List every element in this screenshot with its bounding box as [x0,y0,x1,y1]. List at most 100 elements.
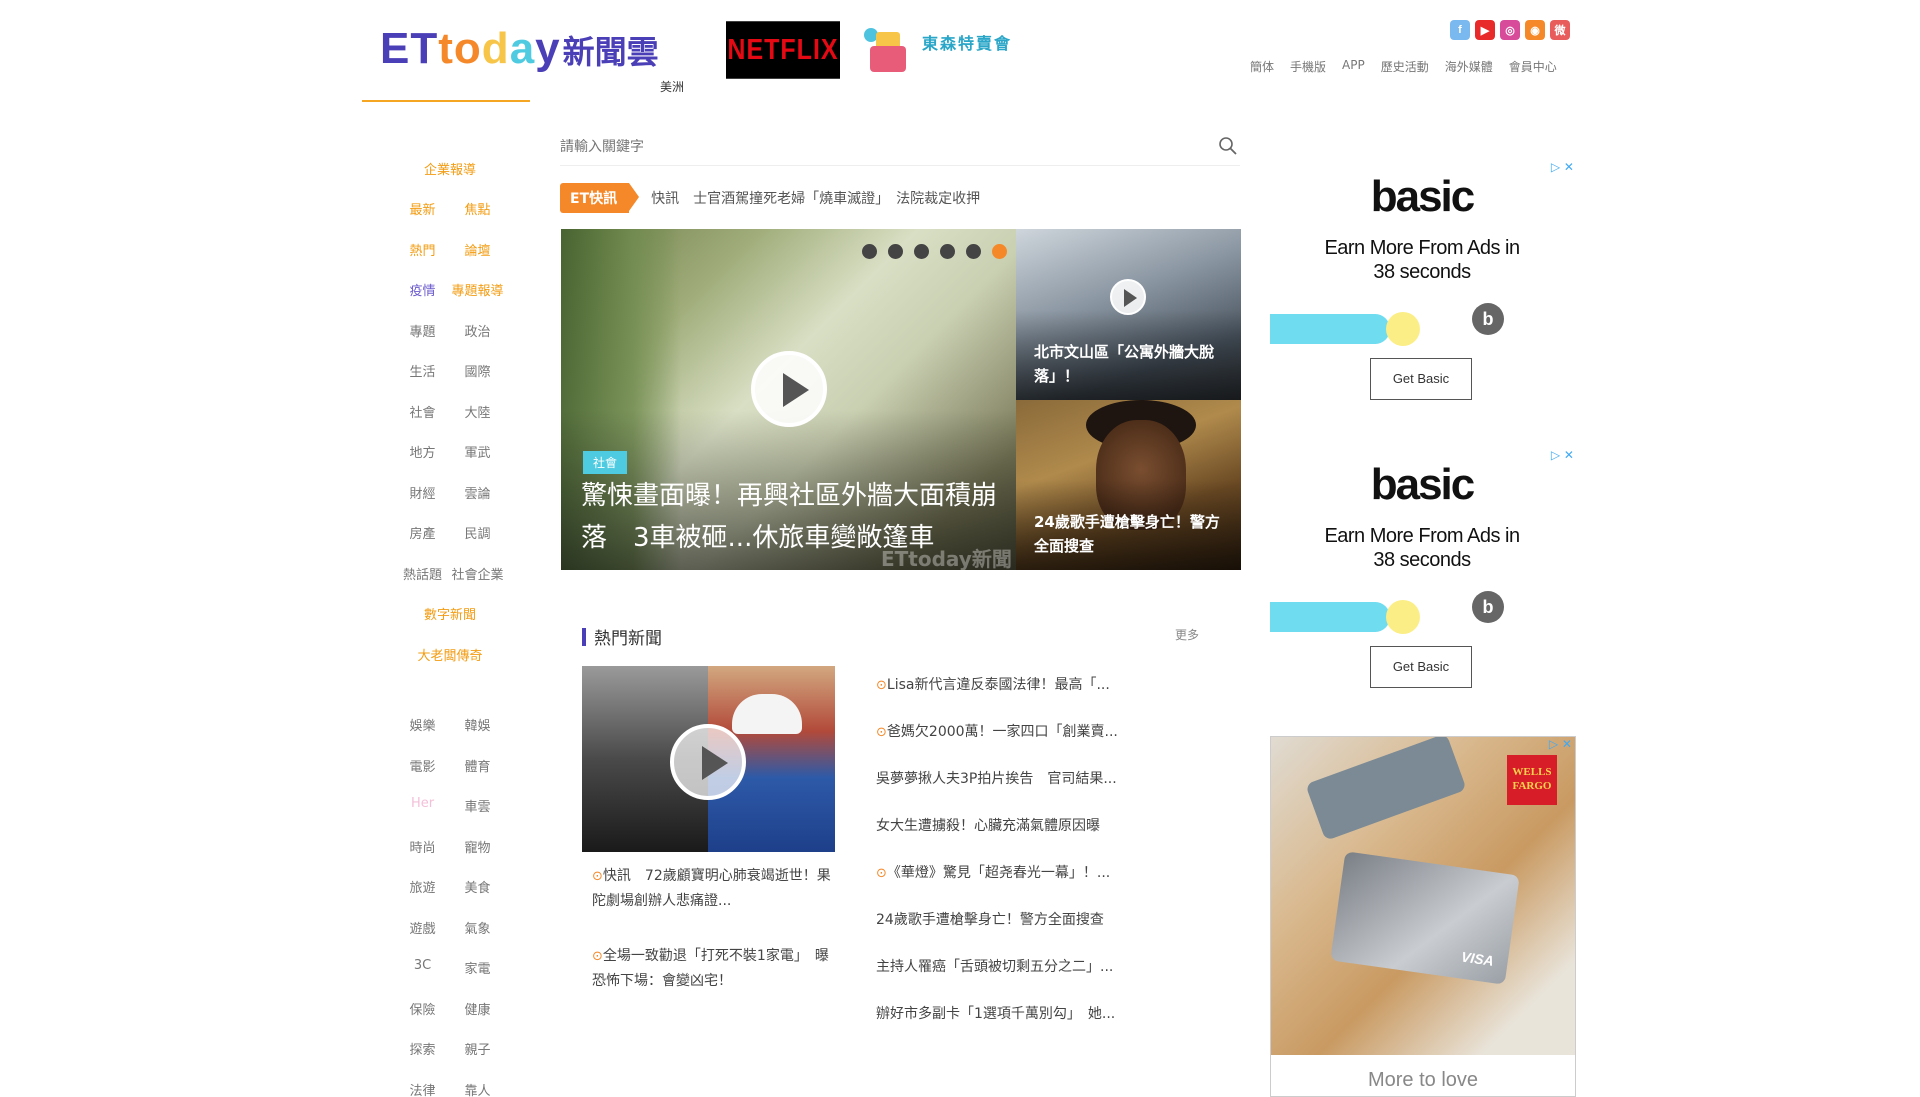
hero-side-story-2[interactable]: 24歲歌手遭槍擊身亡！警方全面搜查 [1016,400,1241,570]
et-badge[interactable]: ET快訊 [560,183,640,213]
leftnav-item[interactable]: 娛樂 [395,715,450,734]
weibo-icon[interactable]: 微 [1550,20,1570,40]
promo-text: 東森特賣會 [922,34,1013,53]
leftnav-item[interactable]: 房產 [395,523,450,542]
play-icon[interactable] [670,724,746,800]
list-item[interactable]: 辦好市多副卡「1選項千萬別勾」 她... [876,1003,1176,1050]
leftnav-item[interactable]: 探索 [395,1039,450,1058]
leftnav-item[interactable]: 健康 [450,999,505,1018]
hot-news-thumbnail[interactable] [582,666,835,852]
get-basic-button[interactable]: Get Basic [1370,358,1472,400]
leftnav-item[interactable]: 家電 [450,958,505,977]
leftnav-item[interactable]: 軍武 [450,442,505,461]
play-icon[interactable] [1110,279,1146,315]
leftnav-item[interactable]: 焦點 [450,199,505,218]
carousel-dot[interactable] [888,244,903,259]
leftnav-item[interactable]: 大老闆傳奇 [417,645,482,664]
leftnav-item[interactable]: 企業報導 [424,159,476,178]
leftnav-item[interactable]: Her [395,796,450,815]
rss-icon[interactable]: ◉ [1525,20,1545,40]
youtube-icon[interactable]: ▶ [1475,20,1495,40]
carousel-dot[interactable] [966,244,981,259]
leftnav-item[interactable]: 疫情 [395,280,450,299]
carousel-dot[interactable] [940,244,955,259]
leftnav-item[interactable]: 旅遊 [395,877,450,896]
leftnav-item[interactable]: 遊戲 [395,918,450,937]
leftnav-item[interactable]: 法律 [395,1080,450,1097]
get-basic-button[interactable]: Get Basic [1370,646,1472,688]
promo-banner[interactable]: 東森特賣會 [862,24,1012,76]
topnav-link[interactable]: APP [1342,58,1365,75]
side-headline-1[interactable]: 北市文山區「公寓外牆大脫落」！ [1034,340,1234,388]
netflix-banner[interactable]: NETFLIX [726,21,840,79]
topnav-link[interactable]: 海外媒體 [1445,58,1493,75]
leftnav-item[interactable]: 論壇 [450,240,505,259]
leftnav-item[interactable]: 體育 [450,756,505,775]
region-label[interactable]: 美洲 [660,78,684,95]
leftnav-item[interactable]: 專題 [395,321,450,340]
list-item[interactable]: ⊙爸媽欠2000萬！一家四口「創業賣... [876,721,1176,768]
topnav-link[interactable]: 會員中心 [1509,58,1557,75]
leftnav-item[interactable]: 國際 [450,361,505,380]
hero-main-story[interactable]: 社會 驚悚畫面曝！再興社區外牆大面積崩落 3車被砸...休旅車變敞篷車 ETto… [561,229,1016,570]
carousel-dot[interactable] [992,244,1007,259]
list-item[interactable]: 24歲歌手遭槍擊身亡！警方全面搜查 [876,909,1176,956]
search-icon[interactable] [1218,136,1238,156]
instagram-icon[interactable]: ◎ [1500,20,1520,40]
play-icon[interactable] [751,351,827,427]
leftnav-item[interactable]: 社會企業 [450,564,505,583]
ad-basic-1[interactable]: ▷ ✕ basic Earn More From Ads in 38 second… [1270,160,1574,410]
leftnav-item[interactable]: 韓娛 [450,715,505,734]
search-input[interactable] [560,139,1160,155]
leftnav-item[interactable]: 財經 [395,483,450,502]
leftnav-item[interactable]: 氣象 [450,918,505,937]
topnav-link[interactable]: 簡体 [1250,58,1274,75]
leftnav-row: 旅遊 美食 [380,867,520,908]
adchoice-icon[interactable]: ▷ ✕ [1549,737,1572,751]
side-headline-2[interactable]: 24歲歌手遭槍擊身亡！警方全面搜查 [1034,510,1234,558]
adchoice-icon[interactable]: ▷ ✕ [1551,160,1574,174]
list-item[interactable]: 女大生遭擄殺！心臟充滿氣體原因曝 [876,815,1176,862]
more-link[interactable]: 更多 [1175,626,1199,643]
leftnav-item[interactable]: 電影 [395,756,450,775]
leftnav-item[interactable]: 社會 [395,402,450,421]
leftnav-item[interactable]: 熱話題 [395,564,450,583]
leftnav-item[interactable]: 3C [395,958,450,977]
category-tag[interactable]: 社會 [583,451,628,474]
facebook-icon[interactable]: f [1450,20,1470,40]
leftnav-item[interactable]: 專題報導 [450,280,505,299]
leftnav-item[interactable]: 民調 [450,523,505,542]
hero-side-story-1[interactable]: 北市文山區「公寓外牆大脫落」！ [1016,229,1241,400]
leftnav-item[interactable]: 熱門 [395,240,450,259]
list-item[interactable]: ⊙《華燈》驚見「超尧春光一幕」！... [876,862,1176,909]
leftnav-item[interactable]: 地方 [395,442,450,461]
leftnav-item[interactable]: 生活 [395,361,450,380]
left-nav: 企業報導最新 焦點熱門 論壇疫情 專題報導專題 政治生活 國際社會 大陸地方 軍武財經 雲論房產… [380,148,520,1097]
leftnav-item[interactable]: 大陸 [450,402,505,421]
leftnav-item[interactable]: 時尚 [395,837,450,856]
leftnav-item[interactable]: 保險 [395,999,450,1018]
carousel-dot[interactable] [914,244,929,259]
leftnav-item[interactable]: 政治 [450,321,505,340]
ad-basic-2[interactable]: ▷ ✕ basic Earn More From Ads in 38 second… [1270,448,1574,698]
leftnav-item[interactable]: 數字新聞 [424,604,476,623]
leftnav-item[interactable]: 靠人 [450,1080,505,1097]
site-logo[interactable]: ETtoday 新聞雲 [380,24,659,74]
leftnav-item[interactable]: 最新 [395,199,450,218]
leftnav-item[interactable]: 親子 [450,1039,505,1058]
topnav-link[interactable]: 手機版 [1290,58,1326,75]
leftnav-item[interactable]: 美食 [450,877,505,896]
topnav-link[interactable]: 歷史活動 [1381,58,1429,75]
list-item[interactable]: 吳夢夢揪人夫3P拍片挨告 官司結果... [876,768,1176,815]
leftnav-item[interactable]: 雲論 [450,483,505,502]
leftnav-item[interactable]: 車雲 [450,796,505,815]
hot-caption-2[interactable]: ⊙全場一致勸退「打死不裝1家電」 曝恐怖下場：會變凶宅！ [592,944,832,993]
adchoice-icon[interactable]: ▷ ✕ [1551,448,1574,462]
ad-wells-fargo[interactable]: ▷ ✕ VISA WELLS FARGO More to love [1270,736,1576,1097]
list-item[interactable]: 主持人罹癌「舌頭被切剩五分之二」... [876,956,1176,1003]
leftnav-item[interactable]: 寵物 [450,837,505,856]
list-item[interactable]: ⊙Lisa新代言違反泰國法律！最高「... [876,674,1176,721]
hot-caption-1[interactable]: ⊙快訊 72歲顧寶明心肺衰竭逝世！果陀劇場創辦人悲痛證... [592,864,832,913]
carousel-dot[interactable] [862,244,877,259]
ticker-text[interactable]: 快訊 士官酒駕撞死老婦「燒車滅證」 法院裁定收押 [651,188,980,208]
